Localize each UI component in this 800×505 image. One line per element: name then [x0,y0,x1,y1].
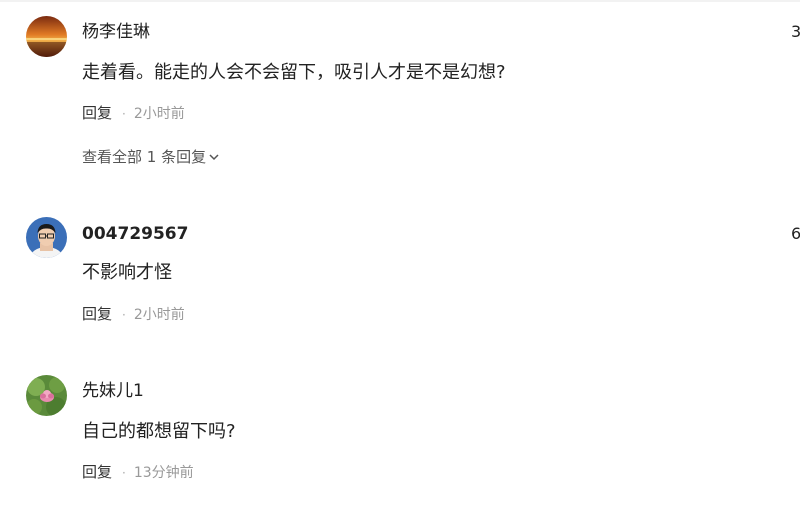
comment-time: 2小时前 [133,106,185,122]
username[interactable]: 004729567 [82,224,188,244]
separator-dot: · [122,308,126,322]
separator-dot: · [122,107,126,121]
comment-time: 2小时前 [133,307,185,323]
comment-actions: 回复 · 2小时前 [82,304,185,325]
like-count[interactable]: 6 [791,224,800,244]
person-avatar-icon [26,217,67,258]
comment-item: 先妹儿1 自己的都想留下吗? 回复 · 13分钟前 [0,358,800,498]
view-all-replies-button[interactable]: 查看全部 1 条回复 [82,147,220,168]
user-avatar[interactable] [26,217,67,258]
comment-item: 杨李佳琳 3 走着看。能走的人会不会留下，吸引人才是不是幻想? 回复 · 2小时前 … [0,0,800,180]
comment-time: 13分钟前 [133,465,194,481]
username[interactable]: 杨李佳琳 [82,22,150,42]
comment-item: 004729567 6 不影响才怪 回复 · 2小时前 [0,200,800,340]
comment-actions: 回复 · 2小时前 [82,103,185,124]
user-avatar[interactable] [26,375,67,416]
user-avatar[interactable] [26,16,67,57]
comment-text: 走着看。能走的人会不会留下，吸引人才是不是幻想? [82,62,506,83]
chevron-down-icon [208,148,220,168]
view-all-replies-label: 查看全部 1 条回复 [82,148,207,166]
separator-dot: · [122,466,126,480]
comment-text: 自己的都想留下吗? [82,421,236,442]
like-count[interactable]: 3 [791,22,800,42]
username[interactable]: 先妹儿1 [82,381,144,401]
lotus-avatar-icon [26,375,67,416]
reply-button[interactable]: 回复 [82,104,112,122]
sunset-avatar-icon [26,16,67,57]
comment-text: 不影响才怪 [82,262,172,283]
reply-button[interactable]: 回复 [82,463,112,481]
reply-button[interactable]: 回复 [82,305,112,323]
comment-actions: 回复 · 13分钟前 [82,462,194,483]
